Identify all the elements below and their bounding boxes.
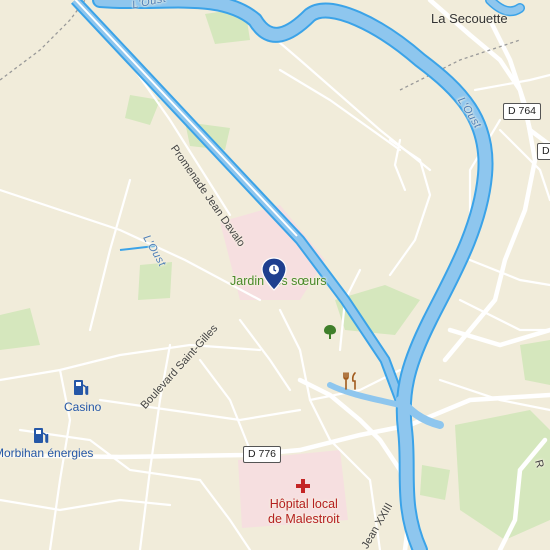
location-pin-icon[interactable] [261, 257, 287, 291]
restaurant-icon[interactable] [343, 372, 359, 390]
place-label-la-secouette: La Secouette [431, 11, 508, 26]
fuel-station-icon-casino[interactable] [73, 379, 89, 397]
poi-label-hopital-line2: de Malestroit [268, 512, 340, 526]
map-canvas[interactable]: La Secouette L'Oust L'Oust L'Oust Promen… [0, 0, 550, 550]
road-shield-edge: D [537, 143, 550, 160]
poi-label-hopital-line1: Hôpital local [269, 497, 338, 511]
road-shield-d764: D 764 [503, 103, 542, 120]
fuel-station-icon-morbihan[interactable] [33, 427, 49, 445]
poi-label-morbihan[interactable]: Morbihan énergies [0, 446, 93, 460]
boundary-line [0, 0, 86, 81]
poi-label-casino[interactable]: Casino [64, 400, 101, 414]
road-shield-d776: D 776 [243, 446, 282, 463]
tree-icon[interactable] [323, 324, 337, 340]
hospital-cross-icon[interactable] [295, 478, 311, 494]
poi-label-hopital[interactable]: Hôpital local de Malestroit [268, 497, 340, 527]
